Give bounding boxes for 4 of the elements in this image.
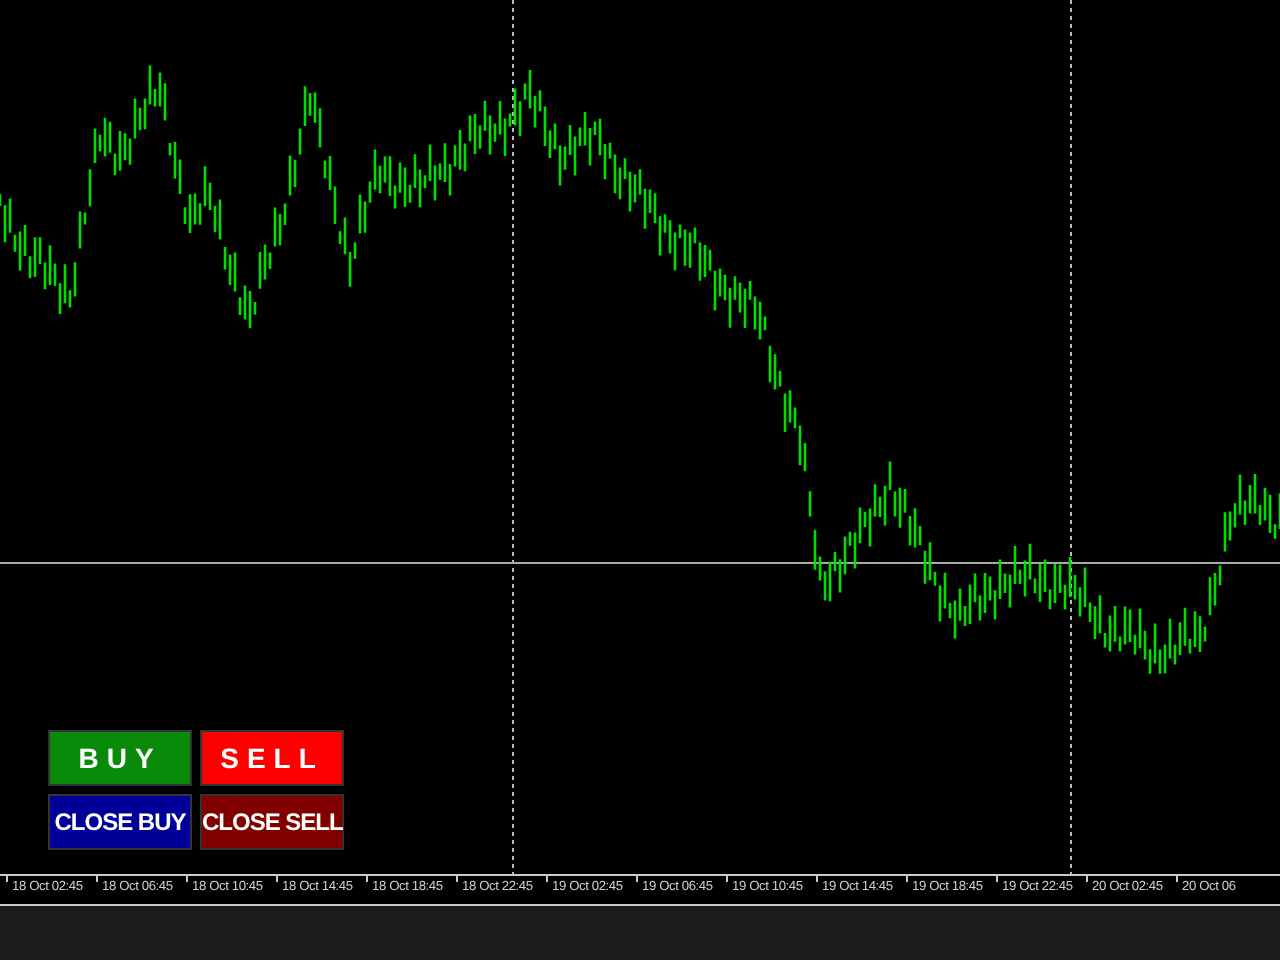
close-sell-button[interactable]: CLOSE SELL bbox=[200, 794, 344, 850]
sell-button[interactable]: SELL bbox=[200, 730, 344, 786]
buy-button[interactable]: BUY bbox=[48, 730, 192, 786]
close-buy-button[interactable]: CLOSE BUY bbox=[48, 794, 192, 850]
